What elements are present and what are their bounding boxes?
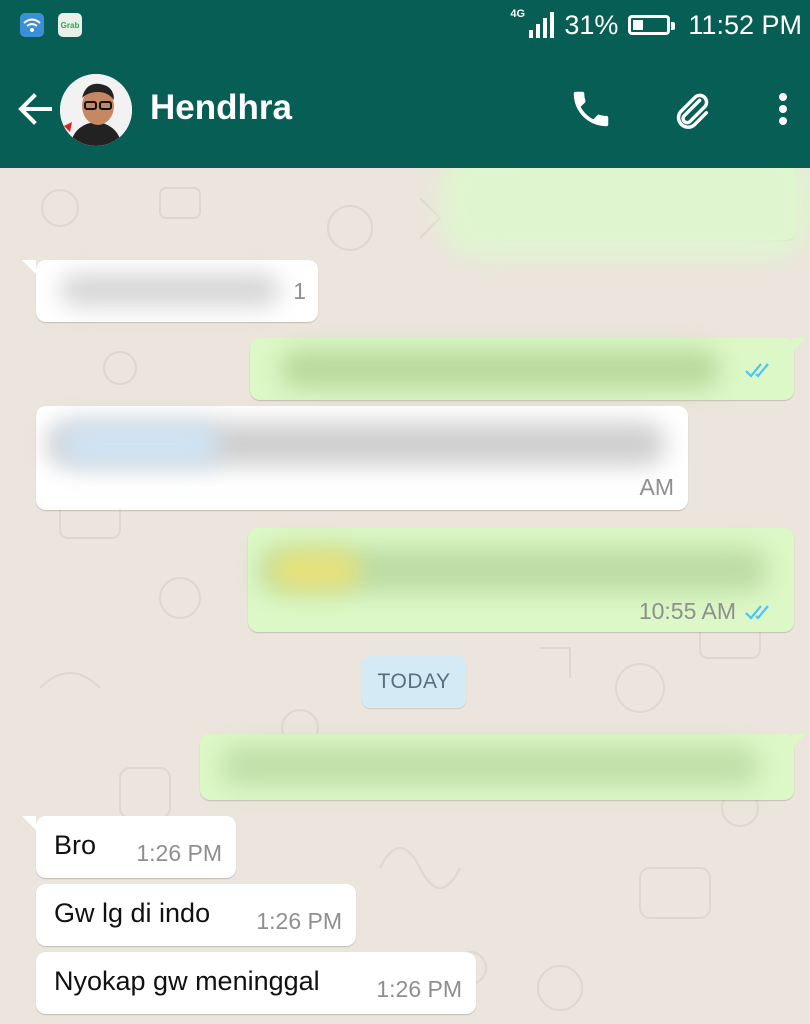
double-check-read-icon	[745, 605, 769, 620]
message-time: 1:26 PM	[256, 908, 342, 934]
bubble-tail	[792, 734, 806, 748]
back-arrow-icon	[18, 93, 52, 125]
clock: 11:52 PM	[688, 9, 802, 40]
paperclip-icon	[676, 93, 709, 129]
message-bubble-outgoing[interactable]	[250, 338, 794, 400]
message-bubble-incoming[interactable]: Nyokap gw meninggal 1:26 PM	[36, 952, 476, 1014]
avatar[interactable]	[60, 74, 132, 146]
message-bubble-incoming[interactable]: Gw lg di indo 1:26 PM	[36, 884, 356, 946]
message-time: AM	[639, 474, 675, 500]
phone-icon	[573, 91, 609, 127]
signal-icon: 4G	[510, 8, 555, 42]
message-text: Nyokap gw meninggal	[54, 966, 320, 996]
network-type: 4G	[510, 8, 526, 20]
contact-name[interactable]: Hendhra	[150, 88, 292, 128]
message-time: 1:26 PM	[376, 976, 462, 1002]
bubble-tail	[22, 816, 36, 830]
message-text: Gw lg di indo	[54, 898, 211, 928]
grab-label: Grab	[60, 20, 80, 30]
redacted-text	[220, 746, 760, 786]
message-bubble-incoming[interactable]: 1	[36, 260, 318, 322]
redacted-emoji	[270, 550, 360, 590]
message-bubble-incoming[interactable]: AM	[36, 406, 688, 510]
back-button[interactable]	[14, 88, 56, 130]
status-bar: Grab 4G 31% 11:52 PM	[0, 0, 810, 50]
message-bubble-outgoing[interactable]: 10:55 AM	[248, 528, 794, 632]
message-bubble-outgoing[interactable]	[200, 734, 794, 800]
wifi-icon	[20, 13, 44, 37]
more-options-button[interactable]	[760, 86, 806, 132]
voice-call-button[interactable]	[568, 86, 614, 132]
message-text: Bro	[54, 830, 97, 860]
double-check-read-icon	[745, 363, 769, 378]
message-time: 1:26 PM	[136, 840, 222, 866]
battery-fill	[633, 20, 644, 30]
message-time: 1	[293, 278, 306, 304]
battery-icon	[628, 15, 676, 35]
date-separator: TODAY	[362, 656, 466, 708]
bubble-tail	[22, 260, 36, 274]
chat-header: Hendhra	[0, 50, 810, 168]
grab-icon: Grab	[58, 13, 82, 37]
battery-percent: 31%	[564, 9, 619, 40]
message-time: 10:55 AM	[638, 598, 736, 624]
attach-button[interactable]	[668, 86, 714, 132]
redacted-text	[60, 274, 280, 306]
bubble-tail	[792, 338, 806, 352]
redacted-text	[280, 350, 720, 388]
more-vert-icon	[779, 93, 787, 125]
blur-overlay	[440, 168, 810, 258]
message-list[interactable]: 1 AM 10:55 AM TODAY Bro 1:26 PM Gw lg di…	[0, 168, 810, 1024]
message-bubble-incoming[interactable]: Bro 1:26 PM	[36, 816, 236, 878]
redacted-link	[60, 424, 220, 464]
